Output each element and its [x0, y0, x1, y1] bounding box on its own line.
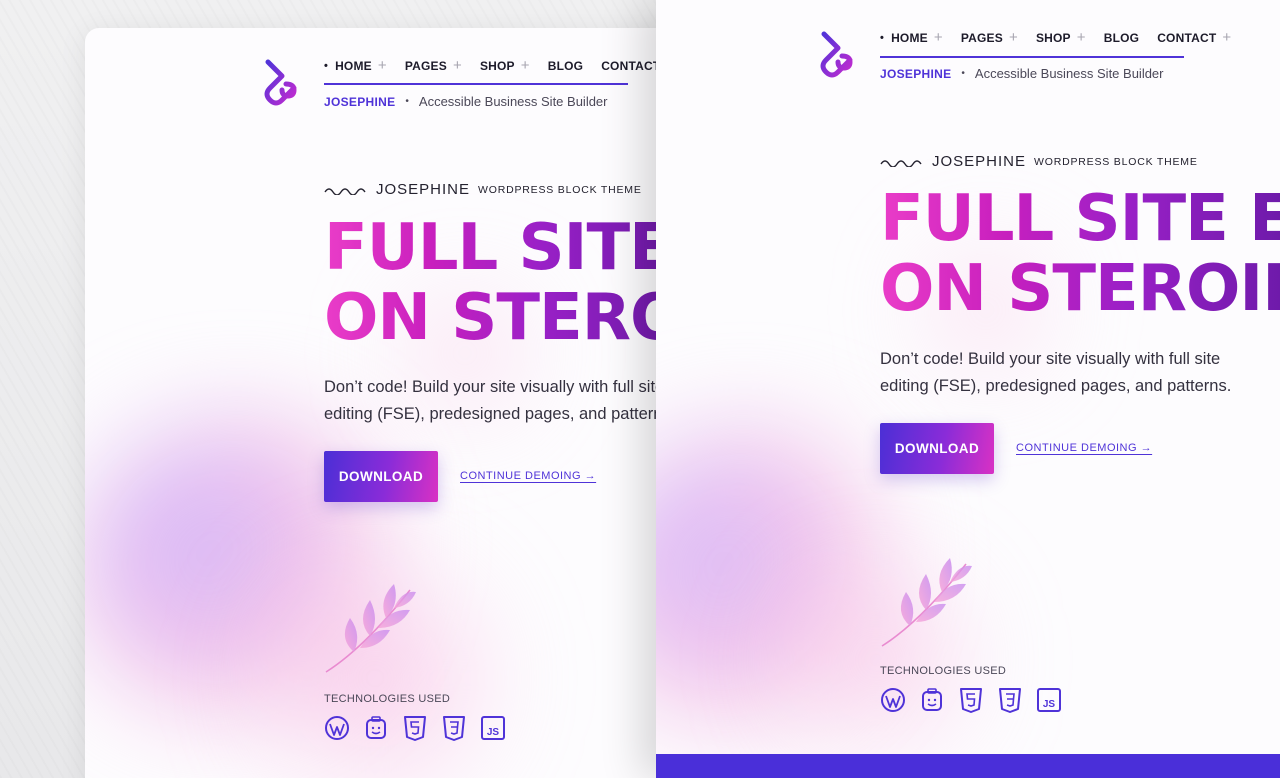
hero-lead: Don’t code! Build your site visually wit…: [880, 350, 1232, 395]
nav-underline: [880, 56, 1184, 58]
gutenberg-icon: [922, 688, 942, 711]
site-logo[interactable]: [816, 30, 856, 82]
josephine-logo-icon: [820, 31, 853, 78]
technologies-label: TECHNOLOGIES USED: [880, 665, 1007, 677]
continue-demoing-link[interactable]: CONTINUE DEMOING →: [1016, 442, 1152, 454]
site-tagline: JOSEPHINE • Accessible Business Site Bui…: [880, 66, 1164, 81]
nav-item-home[interactable]: • Home +: [880, 30, 943, 45]
nav-item-blog[interactable]: Blog: [548, 59, 583, 73]
preview-panel-front: • Home + Pages + Shop + Blog Contact + JOSEPH…: [656, 0, 1280, 778]
preview-panel-back: •Home+ Pages+ Shop+ Blog Contact+ JOSEPH…: [85, 28, 725, 778]
main-nav: •Home+ Pages+ Shop+ Blog Contact+: [880, 30, 1231, 55]
css3-icon: [999, 688, 1021, 713]
gutenberg-icon: [366, 716, 386, 739]
josephine-logo-icon: [264, 59, 297, 106]
nav-underline: [324, 83, 628, 85]
nav-item-pages[interactable]: Pages +: [405, 58, 462, 73]
site-logo[interactable]: [260, 58, 300, 110]
site-tagline: JOSEPHINE • Accessible Business Site Bui…: [324, 94, 608, 109]
html5-icon: [960, 688, 982, 713]
nav-item-contact[interactable]: Contact+: [1157, 30, 1231, 45]
nav-item-home[interactable]: • Home +: [324, 58, 387, 73]
site-brand-name[interactable]: JOSEPHINE: [880, 67, 951, 81]
main-nav: •Home+ Pages+ Shop+ Blog Contact+: [324, 58, 675, 83]
plus-icon: +: [377, 57, 387, 74]
technologies-label: TECHNOLOGIES USED: [324, 693, 451, 705]
plus-icon: +: [1076, 29, 1086, 46]
download-button[interactable]: DOWNLOAD: [880, 423, 994, 474]
javascript-icon: JS: [481, 716, 505, 740]
hero-eyebrow: JOSEPHINE WordPress Block Theme: [880, 153, 1198, 170]
nav-item-shop[interactable]: Shop +: [1036, 30, 1086, 45]
site-brand-name[interactable]: JOSEPHINE: [324, 95, 395, 109]
js-text: JS: [487, 727, 500, 738]
js-text: JS: [1043, 699, 1056, 710]
technologies-icons: JS: [324, 715, 506, 741]
wave-icon: [324, 187, 366, 195]
leaf-illustration-icon: [325, 584, 416, 673]
plus-icon: +: [1222, 29, 1232, 46]
plus-icon: +: [933, 29, 943, 46]
site-tagline-text: Accessible Business Site Builder: [418, 94, 608, 109]
nav-item-blog[interactable]: Blog: [1104, 31, 1139, 45]
wordpress-icon: [881, 688, 905, 712]
hero-headline: FULL SITE E ON STEROII: [880, 184, 1280, 324]
plus-icon: +: [520, 57, 530, 74]
technologies-icons: JS: [880, 687, 1062, 713]
plus-icon: +: [1008, 29, 1018, 46]
hero-headline: FULL SITE ON STERO: [324, 211, 684, 355]
nav-item-shop[interactable]: Shop +: [480, 58, 530, 73]
nav-item-pages[interactable]: Pages +: [961, 30, 1018, 45]
site-tagline-text: Accessible Business Site Builder: [974, 66, 1164, 81]
hero-lead: Don’t code! Build your site visually wit…: [324, 378, 676, 423]
plus-icon: +: [452, 57, 462, 74]
css3-icon: [443, 716, 465, 741]
html5-icon: [404, 716, 426, 741]
hero-eyebrow: JOSEPHINE WordPress Block Theme: [324, 181, 642, 198]
wordpress-icon: [325, 716, 349, 740]
leaf-illustration-icon: [881, 558, 972, 647]
continue-demoing-link[interactable]: CONTINUE DEMOING →: [460, 470, 596, 482]
javascript-icon: JS: [1037, 688, 1061, 712]
wave-icon: [880, 159, 922, 167]
download-button[interactable]: DOWNLOAD: [324, 451, 438, 502]
footer-bar: [656, 754, 1280, 778]
